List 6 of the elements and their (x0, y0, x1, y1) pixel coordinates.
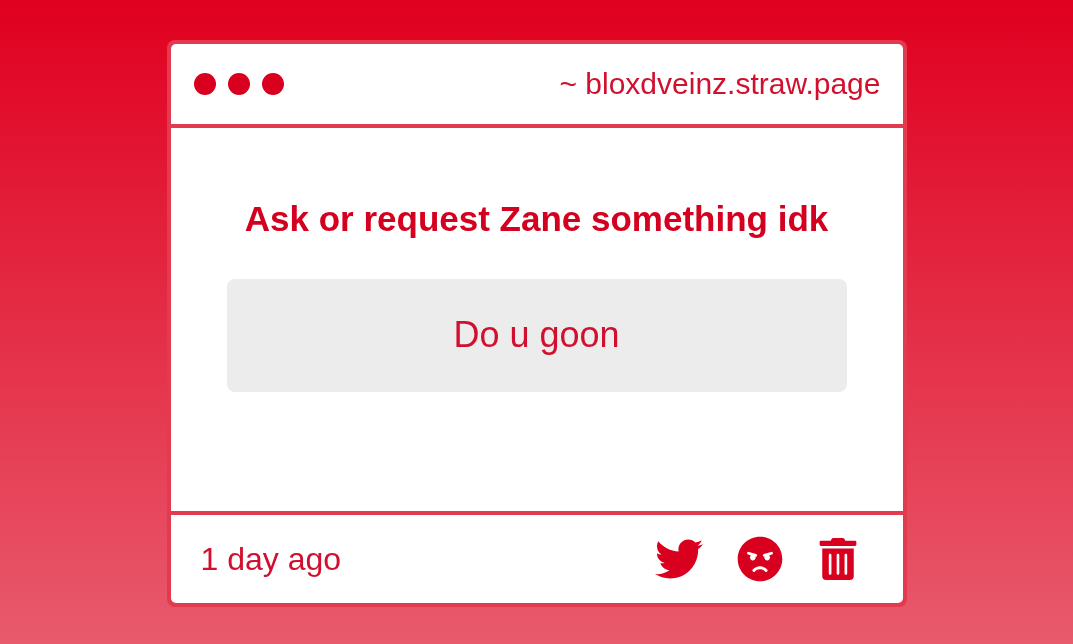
question-title: Ask or request Zane something idk (243, 198, 830, 240)
window-dots-icon (192, 72, 285, 96)
answer-text: Do u goon (226, 278, 847, 392)
angry-face-icon[interactable] (736, 536, 783, 582)
page-address: ~ bloxdveinz.straw.page (559, 67, 881, 101)
timestamp: 1 day ago (200, 540, 342, 578)
